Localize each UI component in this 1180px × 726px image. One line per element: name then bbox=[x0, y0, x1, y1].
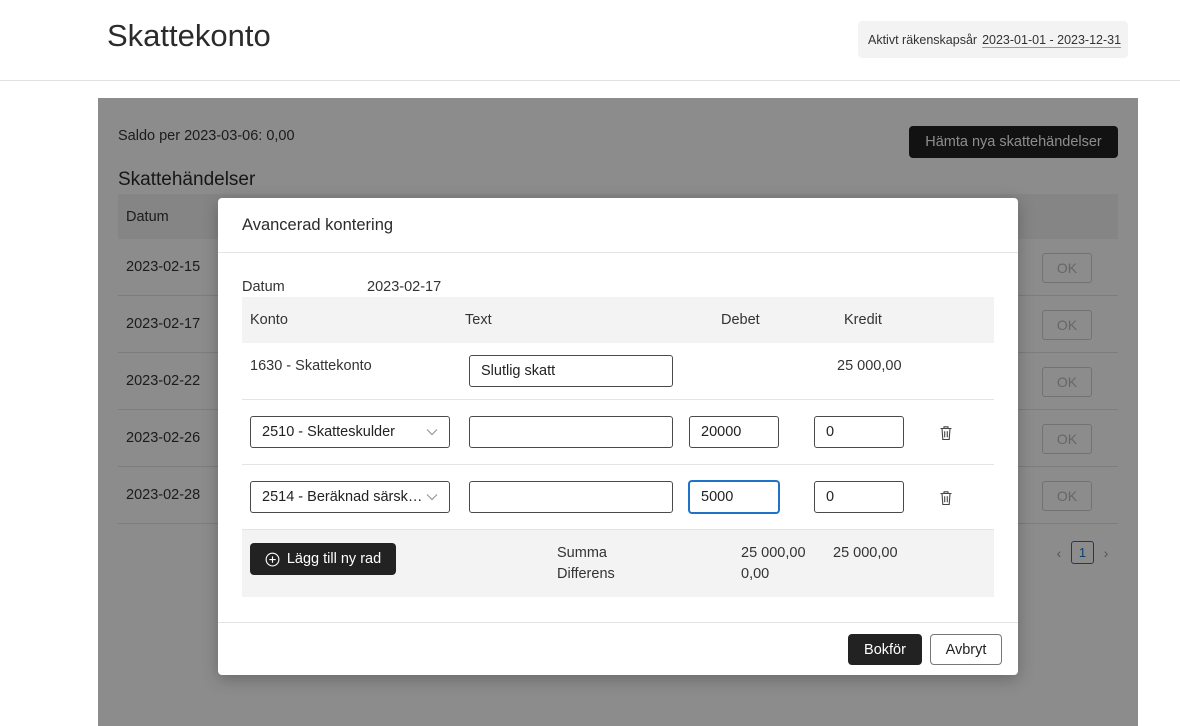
debit-input[interactable] bbox=[689, 416, 779, 448]
posting-table-footer: Lägg till ny rad Summa Differens 25 000,… bbox=[242, 530, 994, 597]
chevron-down-icon bbox=[426, 494, 438, 501]
trash-icon[interactable] bbox=[939, 425, 953, 441]
account-select[interactable]: 2514 - Beräknad särskild löneskatt bbox=[250, 481, 450, 513]
account-select-value: 2514 - Beräknad särskild löneskatt bbox=[262, 489, 423, 505]
post-button[interactable]: Bokför bbox=[848, 634, 922, 665]
date-row: Datum 2023-02-17 bbox=[242, 279, 441, 295]
difference-label: Differens bbox=[557, 566, 615, 582]
posting-row: 2510 - Skatteskulder bbox=[242, 400, 994, 465]
dialog-actions: Bokför Avbryt bbox=[218, 622, 1018, 675]
credit-input[interactable] bbox=[814, 416, 904, 448]
chevron-down-icon bbox=[426, 429, 438, 436]
account-select-value: 2510 - Skatteskulder bbox=[262, 424, 395, 440]
page-title: Skattekonto bbox=[107, 18, 271, 53]
dialog-title: Avancerad kontering bbox=[242, 215, 394, 234]
page-header: Skattekonto Aktivt räkenskapsår 2023-01-… bbox=[0, 0, 1180, 81]
plus-circle-icon bbox=[265, 552, 280, 566]
fiscal-year-value[interactable]: 2023-01-01 - 2023-12-31 bbox=[982, 33, 1121, 47]
date-label: Datum bbox=[242, 279, 285, 295]
advanced-posting-dialog: Avancerad kontering Datum 2023-02-17 Kon… bbox=[218, 198, 1018, 675]
credit-text: 25 000,00 bbox=[837, 358, 902, 374]
cancel-button[interactable]: Avbryt bbox=[930, 634, 1002, 665]
fiscal-year-selector[interactable]: Aktivt räkenskapsår 2023-01-01 - 2023-12… bbox=[858, 21, 1128, 58]
credit-input[interactable] bbox=[814, 481, 904, 513]
difference-value: 0,00 bbox=[741, 566, 770, 582]
add-row-button[interactable]: Lägg till ny rad bbox=[250, 543, 396, 575]
posting-table-header: Konto Text Debet Kredit bbox=[242, 297, 994, 343]
debit-input[interactable] bbox=[689, 481, 779, 513]
date-value: 2023-02-17 bbox=[367, 279, 442, 295]
account-text: 1630 - Skattekonto bbox=[250, 358, 372, 374]
posting-table: Konto Text Debet Kredit 1630 - Skattekon… bbox=[242, 297, 994, 597]
posting-row: 2514 - Beräknad särskild löneskatt bbox=[242, 465, 994, 530]
trash-icon[interactable] bbox=[939, 490, 953, 506]
posting-row: 1630 - Skattekonto 25 000,00 bbox=[242, 343, 994, 400]
column-header-kredit: Kredit bbox=[844, 312, 882, 328]
add-row-label: Lägg till ny rad bbox=[286, 551, 382, 567]
column-header-text: Text bbox=[465, 312, 492, 328]
fiscal-year-label: Aktivt räkenskapsår bbox=[868, 32, 978, 47]
sum-credit: 25 000,00 bbox=[833, 545, 898, 561]
sum-debit: 25 000,00 bbox=[741, 545, 806, 561]
row-text-input[interactable] bbox=[469, 416, 673, 448]
column-header-debet: Debet bbox=[721, 312, 760, 328]
sum-label: Summa bbox=[557, 545, 607, 561]
column-header-konto: Konto bbox=[250, 312, 288, 328]
account-select[interactable]: 2510 - Skatteskulder bbox=[250, 416, 450, 448]
dialog-header: Avancerad kontering bbox=[218, 198, 1018, 253]
row-text-input[interactable] bbox=[469, 481, 673, 513]
row-text-input[interactable] bbox=[469, 355, 673, 387]
